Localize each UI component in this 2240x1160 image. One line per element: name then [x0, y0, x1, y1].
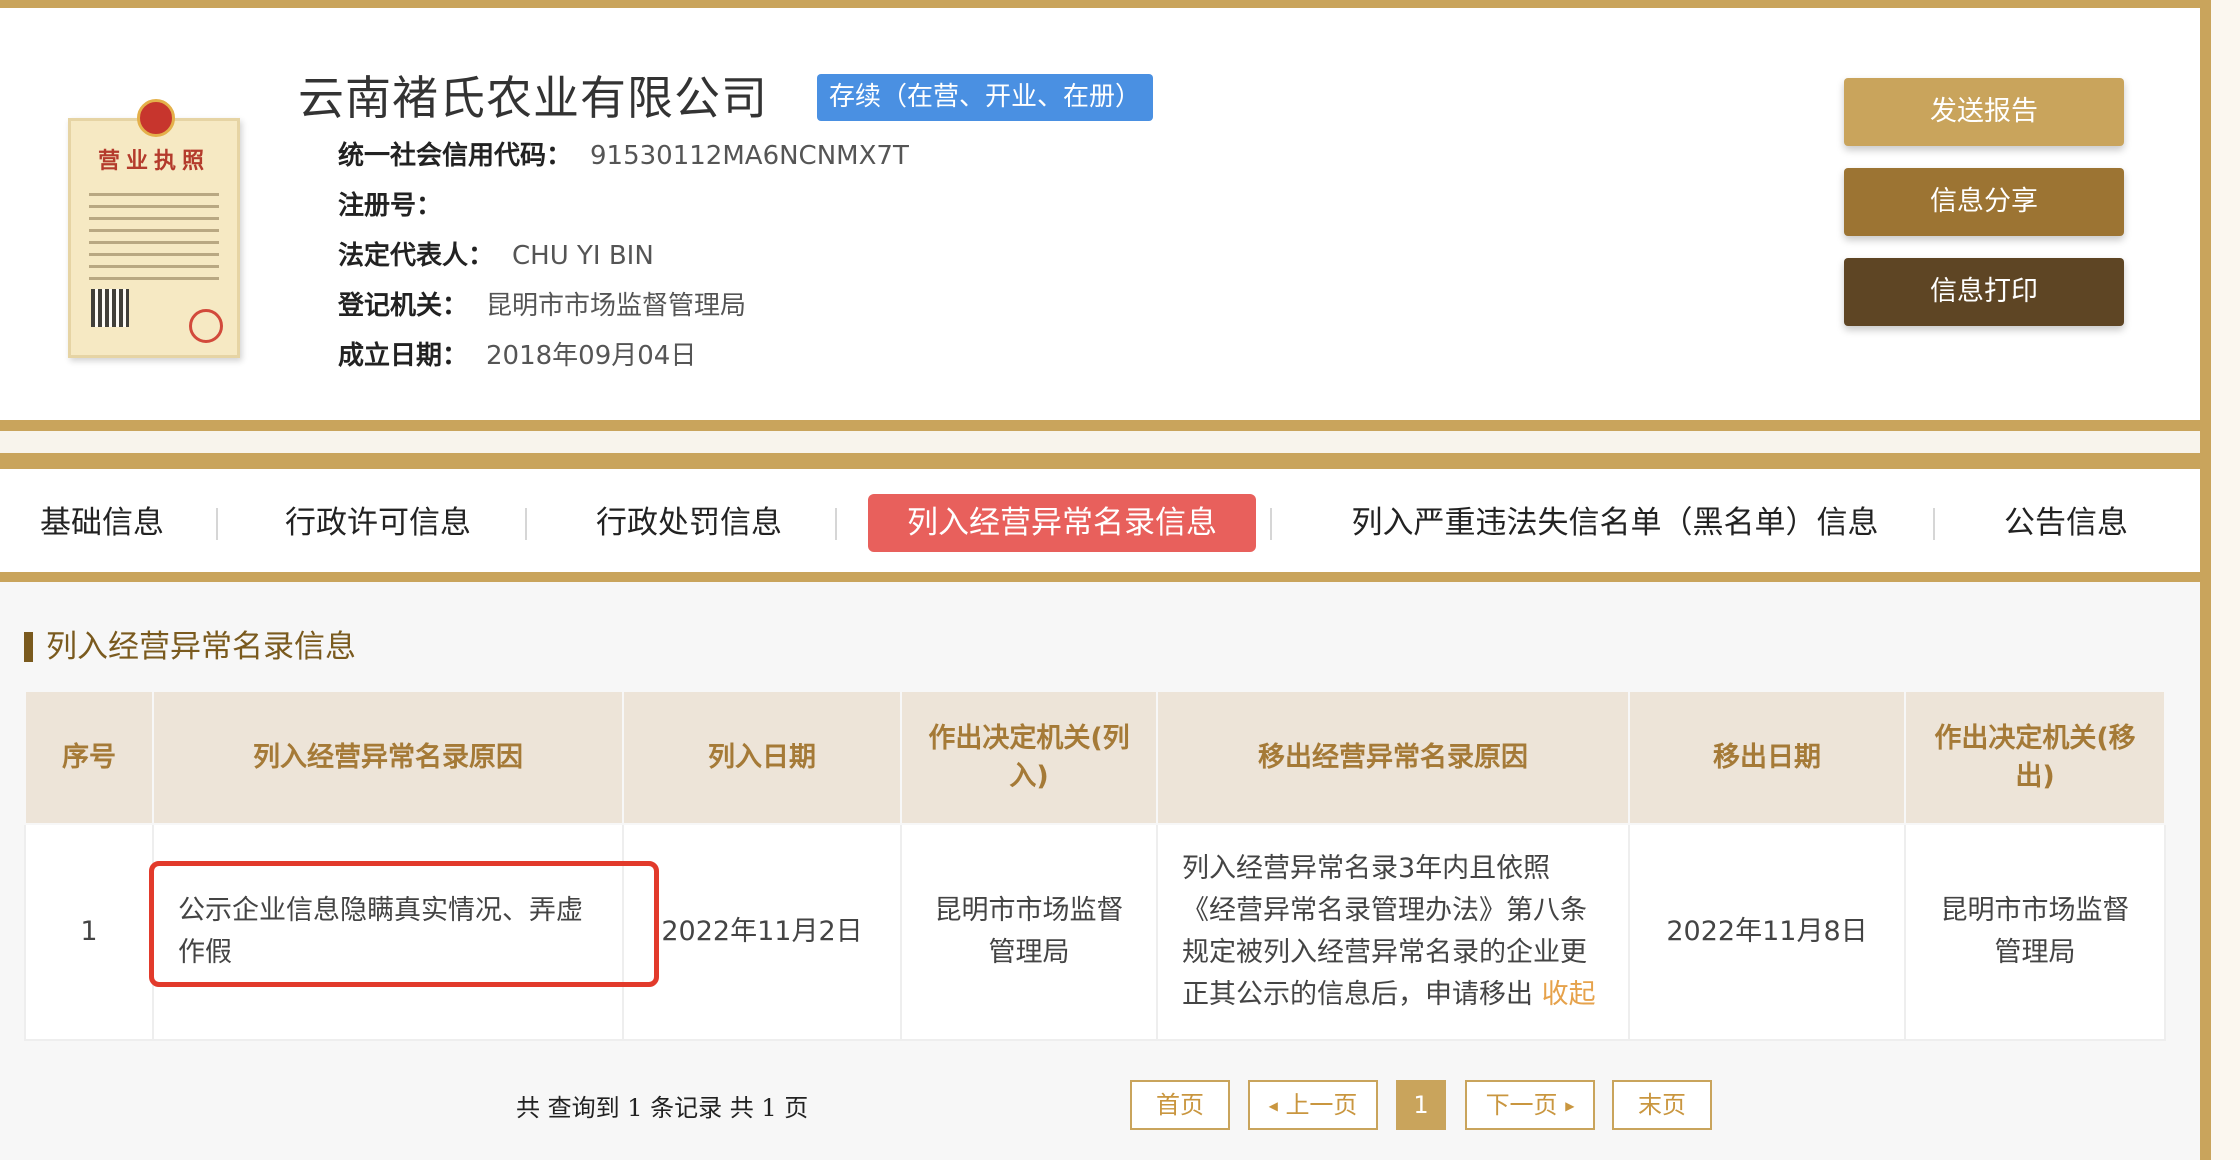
triangle-right-icon: ▶ — [1565, 1099, 1575, 1113]
business-license-image[interactable]: 营业执照 — [68, 99, 240, 358]
top-border — [0, 0, 2240, 8]
license-text-lines — [89, 193, 219, 289]
header-date-out: 移出日期 — [1628, 690, 1906, 825]
print-info-button[interactable]: 信息打印 — [1844, 258, 2124, 326]
section-title: 列入经营异常名录信息 — [46, 629, 356, 665]
tab-admin-license[interactable]: 行政许可信息 — [268, 494, 488, 552]
removal-reason-text: 列入经营异常名录3年内且依照《经营异常名录管理办法》第八条规定被列入经营异常名录… — [1182, 853, 1587, 1010]
header-authority-out: 作出决定机关(移出) — [1904, 690, 2166, 825]
license-title: 营业执照 — [97, 148, 210, 174]
tab-announcements[interactable]: 公告信息 — [1988, 494, 2144, 552]
seal-icon — [189, 309, 223, 343]
legal-rep-label: 法定代表人： — [338, 241, 495, 271]
cell-date-out: 2022年11月8日 — [1628, 823, 1906, 1041]
header-removal-reason: 移出经营异常名录原因 — [1156, 690, 1630, 825]
header-authority-in: 作出决定机关(列入) — [900, 690, 1158, 825]
tab-blacklist[interactable]: 列入严重违法失信名单（黑名单）信息 — [1330, 494, 1900, 552]
credit-code-label: 统一社会信用代码： — [338, 141, 573, 171]
company-name: 云南褚氏农业有限公司 — [298, 71, 768, 125]
tab-separator — [216, 508, 218, 540]
tab-separator — [1933, 508, 1935, 540]
reg-number-label: 注册号： — [338, 191, 443, 221]
reg-authority-row: 登记机关： 昆明市市场监督管理局 — [338, 288, 746, 324]
prev-page-button[interactable]: ◀ 上一页 — [1248, 1080, 1378, 1130]
reg-authority-label: 登记机关： — [338, 291, 469, 321]
status-badge: 存续（在营、开业、在册） — [817, 74, 1154, 121]
tab-separator — [835, 508, 837, 540]
cell-date-in: 2022年11月2日 — [622, 823, 902, 1041]
tab-separator — [1270, 508, 1272, 540]
last-page-button[interactable]: 末页 — [1612, 1080, 1712, 1130]
record-summary: 共 查询到 1 条记录 共 1 页 — [516, 1094, 809, 1122]
current-page-button[interactable]: 1 — [1396, 1080, 1446, 1130]
cell-removal-reason: 列入经营异常名录3年内且依照《经营异常名录管理办法》第八条规定被列入经营异常名录… — [1156, 823, 1630, 1041]
legal-rep-row: 法定代表人： CHU YI BIN — [338, 238, 654, 274]
header-border — [0, 420, 2211, 431]
collapse-link[interactable]: 收起 — [1542, 979, 1596, 1010]
first-page-button[interactable]: 首页 — [1130, 1080, 1230, 1130]
table-row: 1 公示企业信息隐瞒真实情况、弄虚作假 2022年11月2日 昆明市市场监督管理… — [24, 823, 2166, 1041]
national-emblem-icon — [137, 99, 175, 137]
credit-code-value: 91530112MA6NCNMX7T — [590, 141, 909, 171]
next-page-button[interactable]: 下一页 ▶ — [1465, 1080, 1595, 1130]
reg-authority-value: 昆明市市场监督管理局 — [486, 291, 747, 321]
tabs-bottom-border — [0, 572, 2211, 582]
founded-date-row: 成立日期： 2018年09月04日 — [338, 338, 696, 374]
qr-code-icon — [91, 289, 129, 327]
founded-date-label: 成立日期： — [338, 341, 469, 371]
tabs-top-border — [0, 453, 2211, 469]
credit-code-row: 统一社会信用代码： 91530112MA6NCNMX7T — [338, 138, 909, 174]
tab-separator — [525, 508, 527, 540]
founded-date-value: 2018年09月04日 — [486, 341, 697, 371]
next-page-label: 下一页 — [1485, 1091, 1558, 1119]
section-gap — [0, 431, 2200, 453]
header-reason: 列入经营异常名录原因 — [152, 690, 624, 825]
cell-reason: 公示企业信息隐瞒真实情况、弄虚作假 — [152, 823, 624, 1041]
send-report-button[interactable]: 发送报告 — [1844, 78, 2124, 146]
prev-page-label: 上一页 — [1285, 1091, 1358, 1119]
triangle-left-icon: ◀ — [1268, 1099, 1278, 1113]
legal-rep-value: CHU YI BIN — [512, 241, 654, 271]
tab-admin-penalty[interactable]: 行政处罚信息 — [578, 494, 800, 552]
cell-authority-out: 昆明市市场监督管理局 — [1904, 823, 2166, 1041]
cell-index: 1 — [24, 823, 154, 1041]
cell-authority-in: 昆明市市场监督管理局 — [900, 823, 1158, 1041]
header-index: 序号 — [24, 690, 154, 825]
header-date-in: 列入日期 — [622, 690, 902, 825]
right-margin — [2210, 0, 2240, 1160]
tab-abnormal-operation[interactable]: 列入经营异常名录信息 — [868, 494, 1256, 552]
reg-number-row: 注册号： — [338, 188, 460, 224]
share-info-button[interactable]: 信息分享 — [1844, 168, 2124, 236]
table-header-row: 序号 列入经营异常名录原因 列入日期 作出决定机关(列入) 移出经营异常名录原因… — [24, 690, 2166, 825]
section-marker — [24, 632, 33, 662]
tab-basic-info[interactable]: 基础信息 — [22, 494, 182, 552]
abnormal-records-table: 序号 列入经营异常名录原因 列入日期 作出决定机关(列入) 移出经营异常名录原因… — [24, 690, 2166, 1041]
